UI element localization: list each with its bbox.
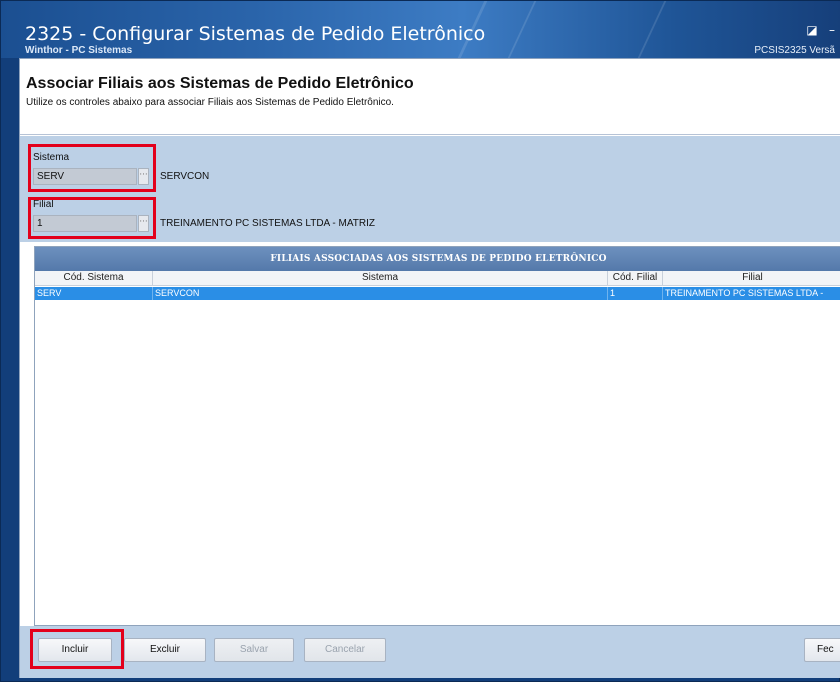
- sistema-highlight-box: [28, 144, 156, 192]
- cell-filial: TREINAMENTO PC SISTEMAS LTDA -: [665, 288, 824, 298]
- cell-sistema: SERVCON: [153, 287, 608, 300]
- client-area: Associar Filiais aos Sistemas de Pedido …: [19, 58, 840, 678]
- column-header-cod-filial[interactable]: Cód. Filial: [608, 271, 663, 286]
- incluir-highlight-box: [30, 629, 124, 669]
- window-title: 2325 - Configurar Sistemas de Pedido Ele…: [25, 23, 486, 45]
- restore-icon[interactable]: ◪: [805, 23, 819, 37]
- version-info: PCSIS2325 Versã: [754, 45, 835, 56]
- title-bar-shine: [507, 1, 537, 58]
- column-header-sistema[interactable]: Sistema: [153, 271, 608, 286]
- button-bar: Incluir Excluir Salvar Cancelar Fec: [20, 626, 840, 678]
- page-title: Associar Filiais aos Sistemas de Pedido …: [26, 75, 414, 92]
- column-header-filial[interactable]: Filial: [663, 271, 840, 286]
- fechar-button[interactable]: Fec: [804, 638, 840, 662]
- column-header-cod-sistema[interactable]: Cód. Sistema: [35, 271, 153, 286]
- title-bar-shine: [637, 1, 667, 58]
- grid-header: Cód. Sistema Sistema Cód. Filial Filial: [35, 271, 840, 286]
- filter-form: Sistema SERV ··· SERVCON Filial 1 ··· TR…: [20, 136, 840, 242]
- title-bar[interactable]: 2325 - Configurar Sistemas de Pedido Ele…: [1, 1, 840, 58]
- window-subtitle: Winthor - PC Sistemas: [25, 45, 133, 56]
- excluir-button[interactable]: Excluir: [124, 638, 206, 662]
- filial-highlight-box: [28, 197, 156, 239]
- cell-cod-sistema: SERV: [35, 287, 153, 300]
- minimize-icon[interactable]: –: [825, 23, 839, 37]
- page-description: Utilize os controles abaixo para associa…: [26, 97, 394, 108]
- table-row[interactable]: SERV SERVCON 1 TREINAMENTO PC SISTEMAS L…: [35, 287, 840, 300]
- grid-title: FILIAIS ASSOCIADAS AOS SISTEMAS DE PEDID…: [35, 247, 840, 271]
- page-header: Associar Filiais aos Sistemas de Pedido …: [20, 59, 840, 135]
- cell-cod-filial: 1: [608, 287, 663, 300]
- salvar-button[interactable]: Salvar: [214, 638, 294, 662]
- associations-grid: FILIAIS ASSOCIADAS AOS SISTEMAS DE PEDID…: [34, 246, 840, 626]
- filial-description: TREINAMENTO PC SISTEMAS LTDA - MATRIZ: [160, 218, 376, 229]
- cancelar-button[interactable]: Cancelar: [304, 638, 386, 662]
- sistema-description: SERVCON: [160, 171, 210, 182]
- application-window: 2325 - Configurar Sistemas de Pedido Ele…: [0, 0, 840, 682]
